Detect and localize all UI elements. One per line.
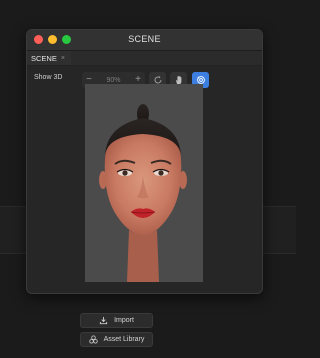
window-title: SCENE xyxy=(128,34,161,44)
import-label: Import xyxy=(114,317,134,324)
tab-label: SCENE xyxy=(31,53,57,63)
import-icon xyxy=(99,316,108,325)
zoom-value: 90% xyxy=(106,76,121,84)
3d-viewport[interactable] xyxy=(85,84,203,282)
tab-close-icon[interactable]: × xyxy=(61,55,65,62)
asset-library-label: Asset Library xyxy=(103,336,145,343)
import-button[interactable]: Import xyxy=(80,313,153,328)
asset-library-button[interactable]: Asset Library xyxy=(80,332,153,347)
show-3d-label[interactable]: Show 3D xyxy=(34,74,62,81)
tab-bar: SCENE × xyxy=(27,51,262,66)
tab-scene[interactable]: SCENE × xyxy=(27,51,71,65)
asset-library-icon xyxy=(88,335,98,344)
face-model-preview xyxy=(85,84,203,282)
scene-window: SCENE SCENE × Show 3D − 90% + xyxy=(26,29,263,294)
window-titlebar[interactable]: SCENE xyxy=(27,30,262,51)
